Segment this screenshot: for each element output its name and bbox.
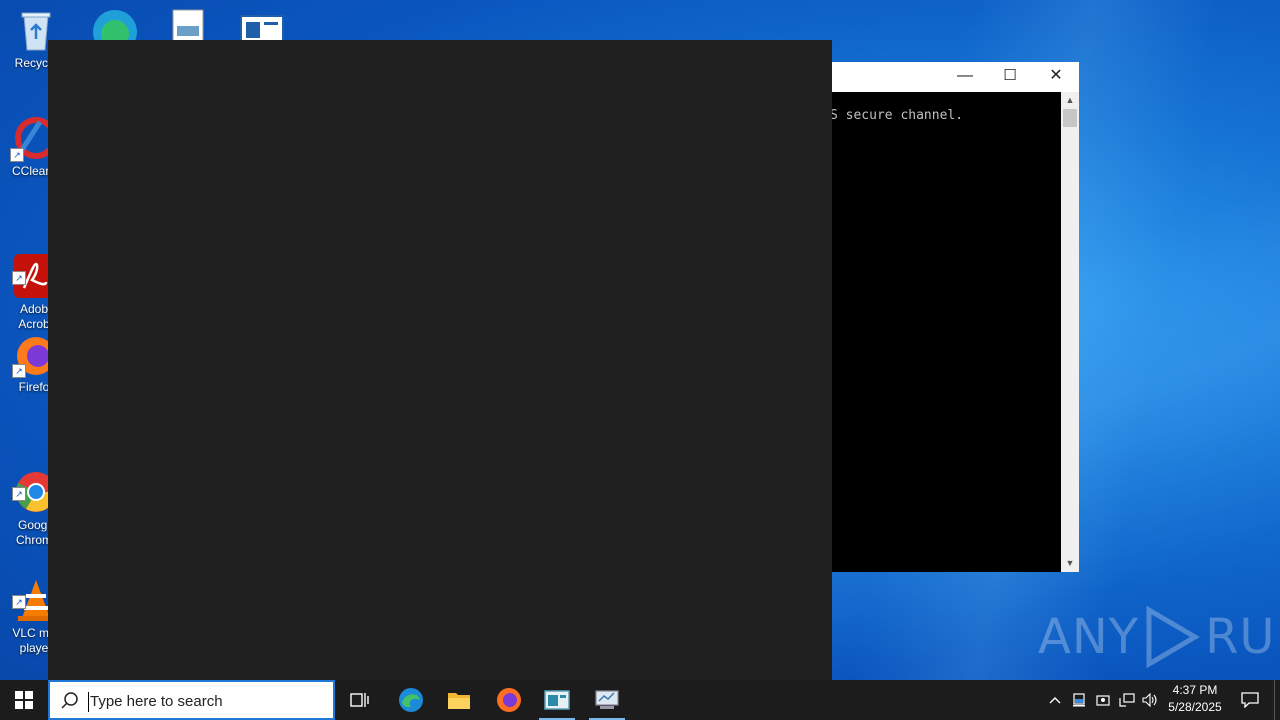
edge-icon	[399, 688, 423, 712]
search-box[interactable]: Type here to search	[48, 680, 335, 720]
clock-date: 5/28/2025	[1168, 700, 1222, 714]
tray-network-icon[interactable]	[1117, 680, 1137, 720]
console-window[interactable]: — ☐ ✕ S secure channel. ▲ ▼	[832, 62, 1079, 572]
scroll-thumb[interactable]	[1063, 109, 1077, 127]
maximize-button[interactable]: ☐	[987, 62, 1033, 92]
console-titlebar[interactable]: — ☐ ✕	[832, 62, 1079, 92]
shortcut-arrow-icon: ↗	[12, 271, 26, 285]
tray-volume-icon[interactable]	[1140, 680, 1160, 720]
console-text: S secure channel.	[832, 108, 964, 123]
search-placeholder: Type here to search	[90, 693, 223, 710]
close-button[interactable]: ✕	[1033, 62, 1079, 92]
watermark-text-left: ANY	[1038, 609, 1140, 665]
scroll-down-icon[interactable]: ▼	[1061, 555, 1079, 572]
clock-time: 4:37 PM	[1172, 683, 1218, 697]
folder-icon	[448, 693, 470, 709]
shortcut-arrow-icon: ↗	[12, 487, 26, 501]
vertical-scrollbar[interactable]: ▲ ▼	[1061, 92, 1079, 572]
show-desktop-button[interactable]	[1274, 680, 1280, 720]
desktop-icon-label: Googl Chrom	[15, 518, 52, 547]
text-caret	[88, 692, 89, 712]
taskbar-app-window[interactable]	[533, 680, 581, 720]
network-app-icon	[595, 690, 619, 709]
tray-device-icon[interactable]	[1070, 680, 1088, 720]
task-view-icon	[350, 693, 369, 707]
scroll-up-icon[interactable]: ▲	[1061, 92, 1079, 109]
tray-meet-icon[interactable]	[1094, 680, 1112, 720]
play-logo-icon	[1146, 606, 1201, 668]
desktop-icon-label: Firefo	[18, 380, 50, 394]
task-view-button[interactable]	[336, 680, 384, 720]
anyrun-watermark: ANY RUN	[1038, 606, 1280, 668]
watermark-text-right: RUN	[1205, 609, 1280, 665]
start-button[interactable]	[0, 680, 48, 720]
dark-app-window[interactable]	[48, 40, 832, 680]
notification-icon	[1241, 692, 1259, 708]
console-output[interactable]: S secure channel.	[832, 92, 1061, 572]
taskbar-network-app[interactable]	[583, 680, 631, 720]
desktop-icon-label: Adob Acrob	[18, 302, 50, 331]
tray-overflow-chevron-icon[interactable]	[1046, 680, 1064, 720]
app-window-icon	[544, 690, 570, 710]
taskbar-edge[interactable]	[387, 680, 435, 720]
taskbar-file-explorer[interactable]	[435, 680, 483, 720]
search-icon	[61, 692, 78, 709]
windows-logo-icon	[15, 691, 33, 709]
taskbar: Type here to search 4:37 PM 5/28/2025	[0, 680, 1280, 720]
shortcut-arrow-icon: ↗	[10, 148, 24, 162]
shortcut-arrow-icon: ↗	[12, 364, 26, 378]
firefox-icon	[497, 688, 521, 712]
shortcut-arrow-icon: ↗	[12, 595, 26, 609]
minimize-button[interactable]: —	[942, 62, 988, 92]
taskbar-firefox[interactable]	[485, 680, 533, 720]
action-center-button[interactable]	[1232, 680, 1268, 720]
system-clock[interactable]: 4:37 PM 5/28/2025	[1160, 682, 1230, 716]
desktop-icon-label: CClean	[11, 164, 53, 178]
